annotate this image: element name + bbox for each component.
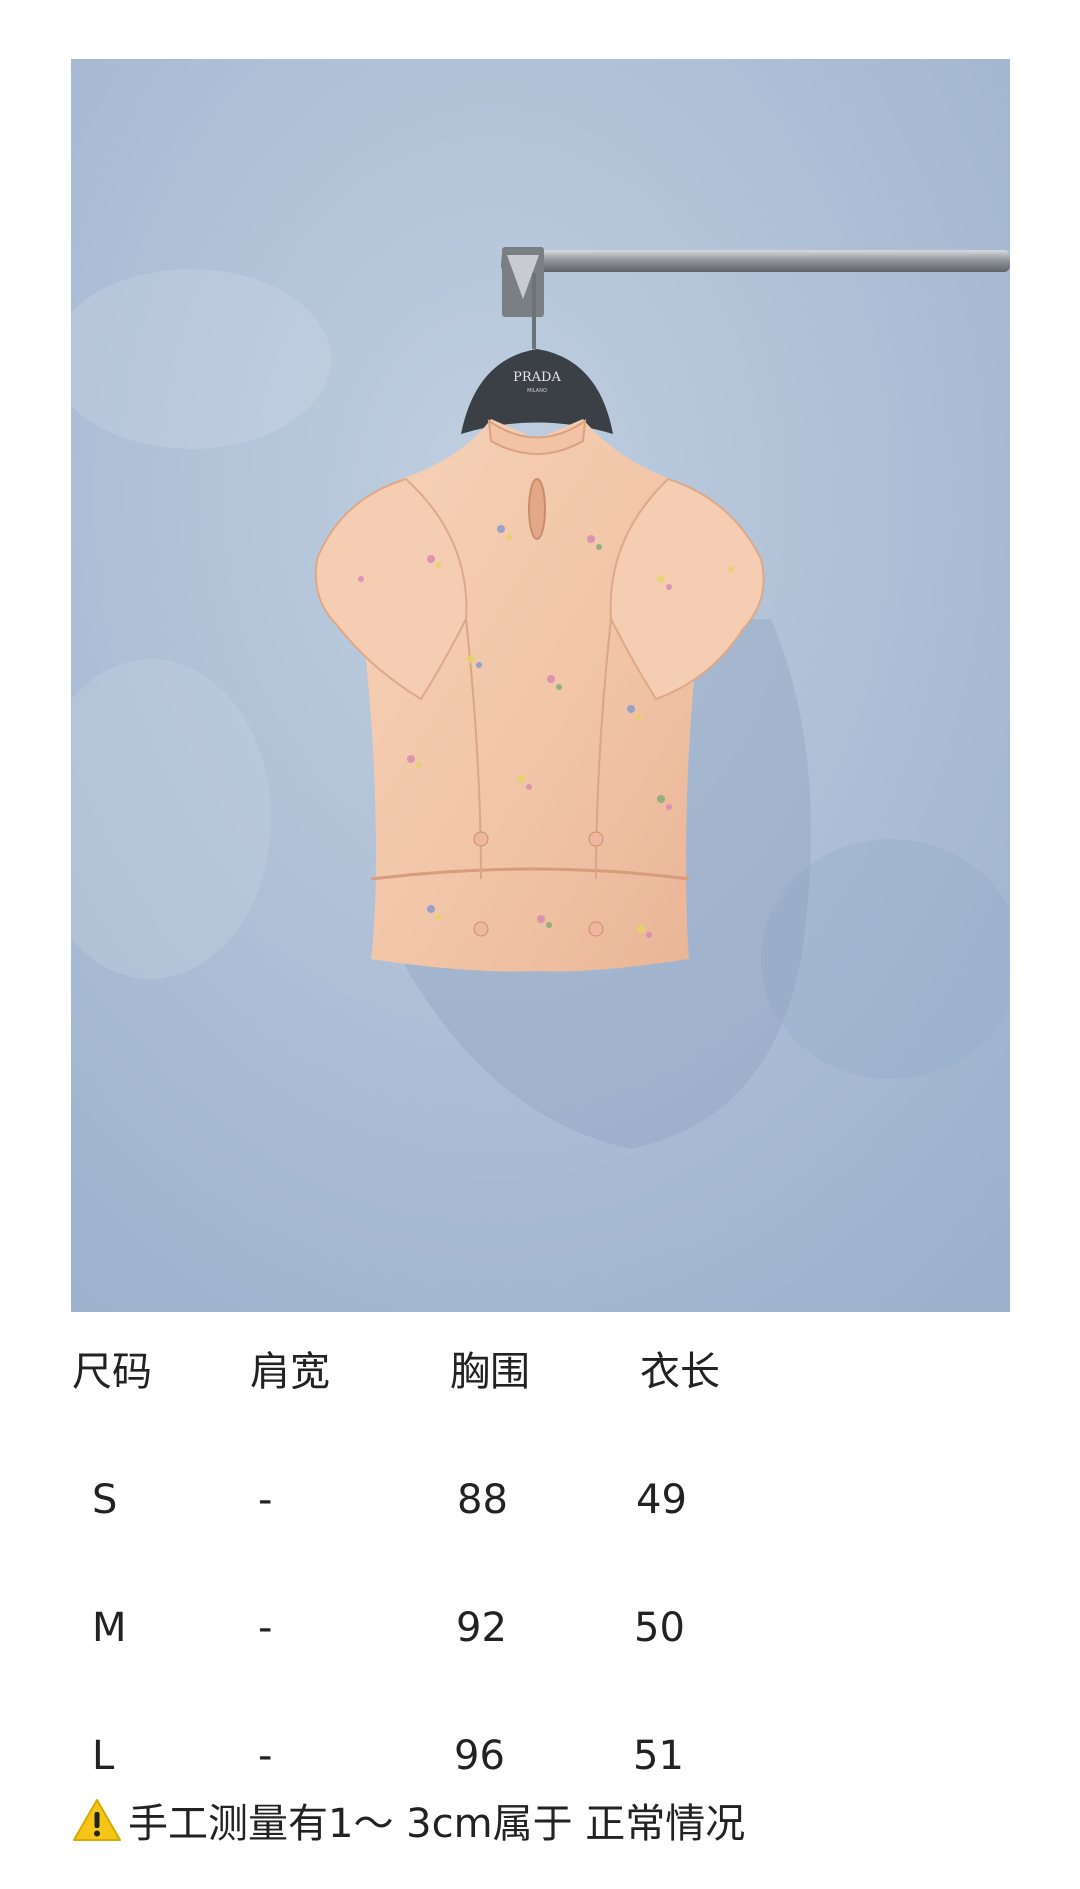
hanger-brand: PRADA — [513, 370, 561, 385]
row-l-size: L — [92, 1733, 115, 1779]
header-shoulder: 肩宽 — [250, 1349, 330, 1395]
header-chest: 胸围 — [450, 1349, 530, 1395]
header-size: 尺码 — [72, 1349, 152, 1395]
measurement-note: 手工测量有1～ 3cm属于 正常情况 — [72, 1796, 745, 1847]
row-s-size: S — [92, 1477, 118, 1523]
product-photo-illustration: PRADA MILANO — [71, 59, 1010, 1312]
row-s-shoulder: - — [258, 1477, 273, 1523]
row-m-length: 50 — [634, 1605, 685, 1651]
product-photo: PRADA MILANO — [71, 59, 1010, 1312]
header-length: 衣长 — [640, 1349, 720, 1395]
hanging-rail — [501, 250, 1010, 272]
row-m-size: M — [92, 1605, 127, 1651]
note-text: 手工测量有1～ 3cm属于 正常情况 — [128, 1801, 746, 1847]
row-l-chest: 96 — [454, 1733, 505, 1779]
row-s-chest: 88 — [457, 1477, 508, 1523]
row-l-shoulder: - — [258, 1733, 273, 1779]
hanger-sub: MILANO — [527, 388, 547, 394]
row-s-length: 49 — [636, 1477, 687, 1523]
warning-icon — [73, 1799, 121, 1841]
row-l-length: 51 — [633, 1733, 684, 1779]
row-m-chest: 92 — [456, 1605, 507, 1651]
row-m-shoulder: - — [258, 1605, 273, 1651]
